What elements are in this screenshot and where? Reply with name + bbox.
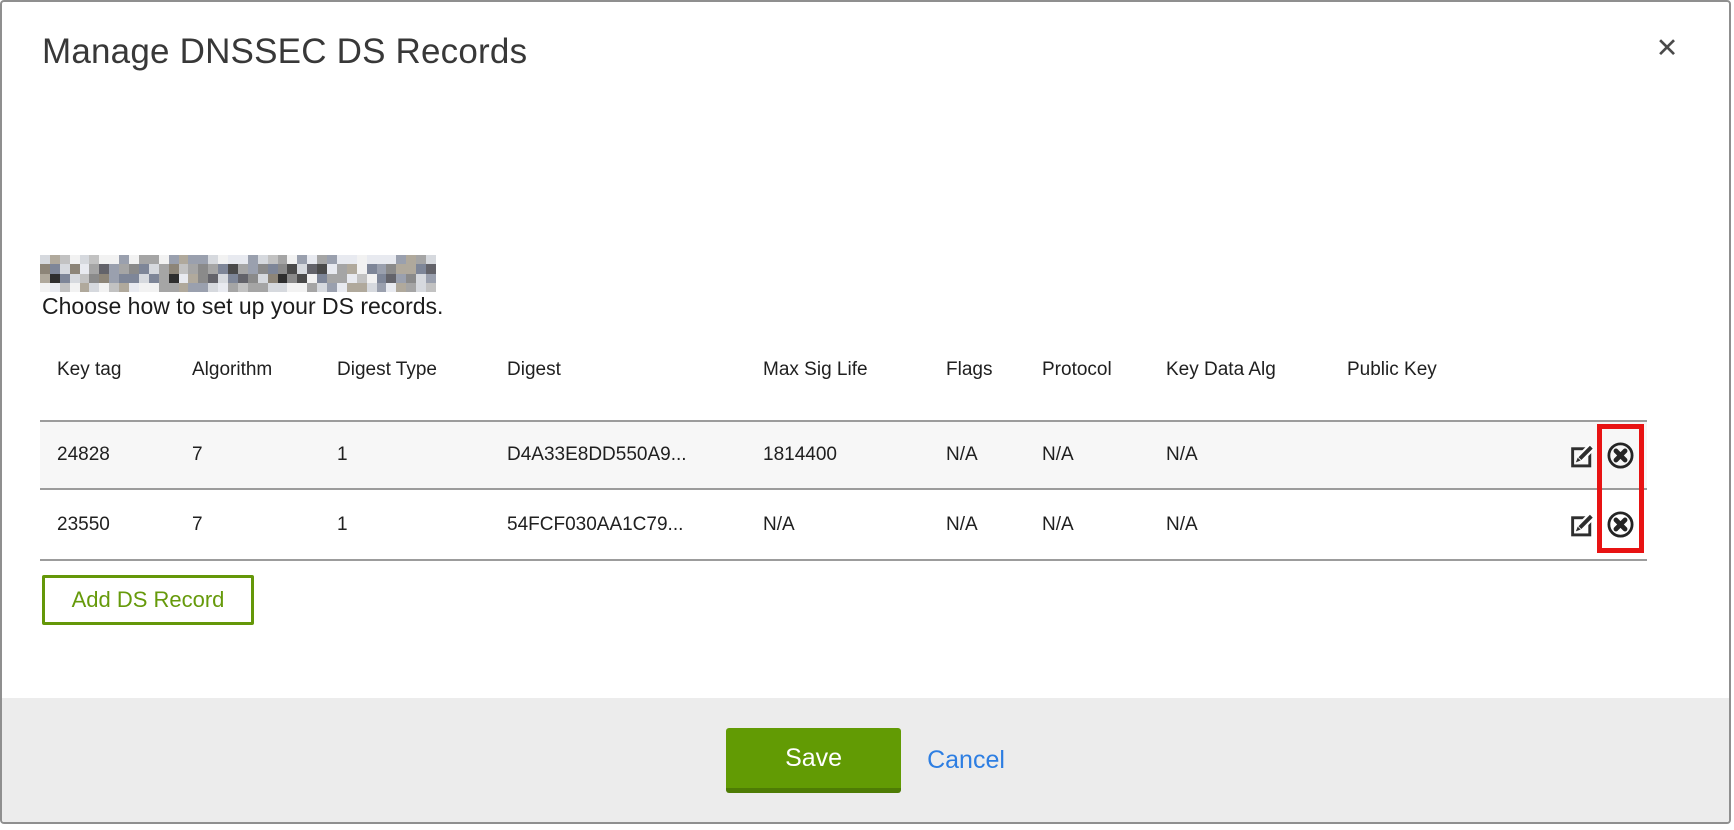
manage-dnssec-dialog: Manage DNSSEC DS Records ✕ Choose how to…	[0, 0, 1731, 824]
cell-actions	[1472, 421, 1647, 489]
cell-public-key	[1330, 489, 1472, 560]
save-button[interactable]: Save	[726, 728, 901, 793]
col-header-algorithm: Algorithm	[175, 347, 320, 421]
instruction-text: Choose how to set up your DS records.	[42, 293, 443, 320]
redacted-domain-name	[40, 255, 436, 292]
cell-key-tag: 24828	[40, 421, 175, 489]
cell-flags: N/A	[929, 489, 1025, 560]
col-header-actions	[1472, 347, 1647, 421]
cell-protocol: N/A	[1025, 489, 1149, 560]
table-row: 24828 7 1 D4A33E8DD550A9... 1814400 N/A …	[40, 421, 1647, 489]
cell-key-tag: 23550	[40, 489, 175, 560]
ds-records-table: Key tag Algorithm Digest Type Digest Max…	[40, 347, 1647, 561]
dialog-title: Manage DNSSEC DS Records	[42, 32, 527, 72]
col-header-digest: Digest	[490, 347, 746, 421]
col-header-protocol: Protocol	[1025, 347, 1149, 421]
table-header-row: Key tag Algorithm Digest Type Digest Max…	[40, 347, 1647, 421]
cell-key-data-alg: N/A	[1149, 421, 1330, 489]
add-ds-record-button[interactable]: Add DS Record	[42, 575, 254, 625]
col-header-digest-type: Digest Type	[320, 347, 490, 421]
cell-digest: 54FCF030AA1C79...	[490, 489, 746, 560]
close-icon[interactable]: ✕	[1647, 28, 1687, 68]
cell-key-data-alg: N/A	[1149, 489, 1330, 560]
cell-public-key	[1330, 421, 1472, 489]
cell-flags: N/A	[929, 421, 1025, 489]
delete-record-icon[interactable]	[1606, 510, 1635, 539]
cancel-link[interactable]: Cancel	[927, 746, 1005, 775]
cell-digest-type: 1	[320, 489, 490, 560]
col-header-public-key: Public Key	[1330, 347, 1472, 421]
col-header-key-data-alg: Key Data Alg	[1149, 347, 1330, 421]
cell-max-sig-life: 1814400	[746, 421, 929, 489]
col-header-key-tag: Key tag	[40, 347, 175, 421]
col-header-flags: Flags	[929, 347, 1025, 421]
dialog-footer: Save Cancel	[2, 698, 1729, 822]
edit-record-icon[interactable]	[1569, 442, 1596, 469]
cell-digest-type: 1	[320, 421, 490, 489]
cell-algorithm: 7	[175, 489, 320, 560]
cell-protocol: N/A	[1025, 421, 1149, 489]
table-row: 23550 7 1 54FCF030AA1C79... N/A N/A N/A …	[40, 489, 1647, 560]
cell-digest: D4A33E8DD550A9...	[490, 421, 746, 489]
cell-algorithm: 7	[175, 421, 320, 489]
edit-record-icon[interactable]	[1569, 511, 1596, 538]
cell-actions	[1472, 489, 1647, 560]
cell-max-sig-life: N/A	[746, 489, 929, 560]
delete-record-icon[interactable]	[1606, 441, 1635, 470]
col-header-max-sig-life: Max Sig Life	[746, 347, 929, 421]
